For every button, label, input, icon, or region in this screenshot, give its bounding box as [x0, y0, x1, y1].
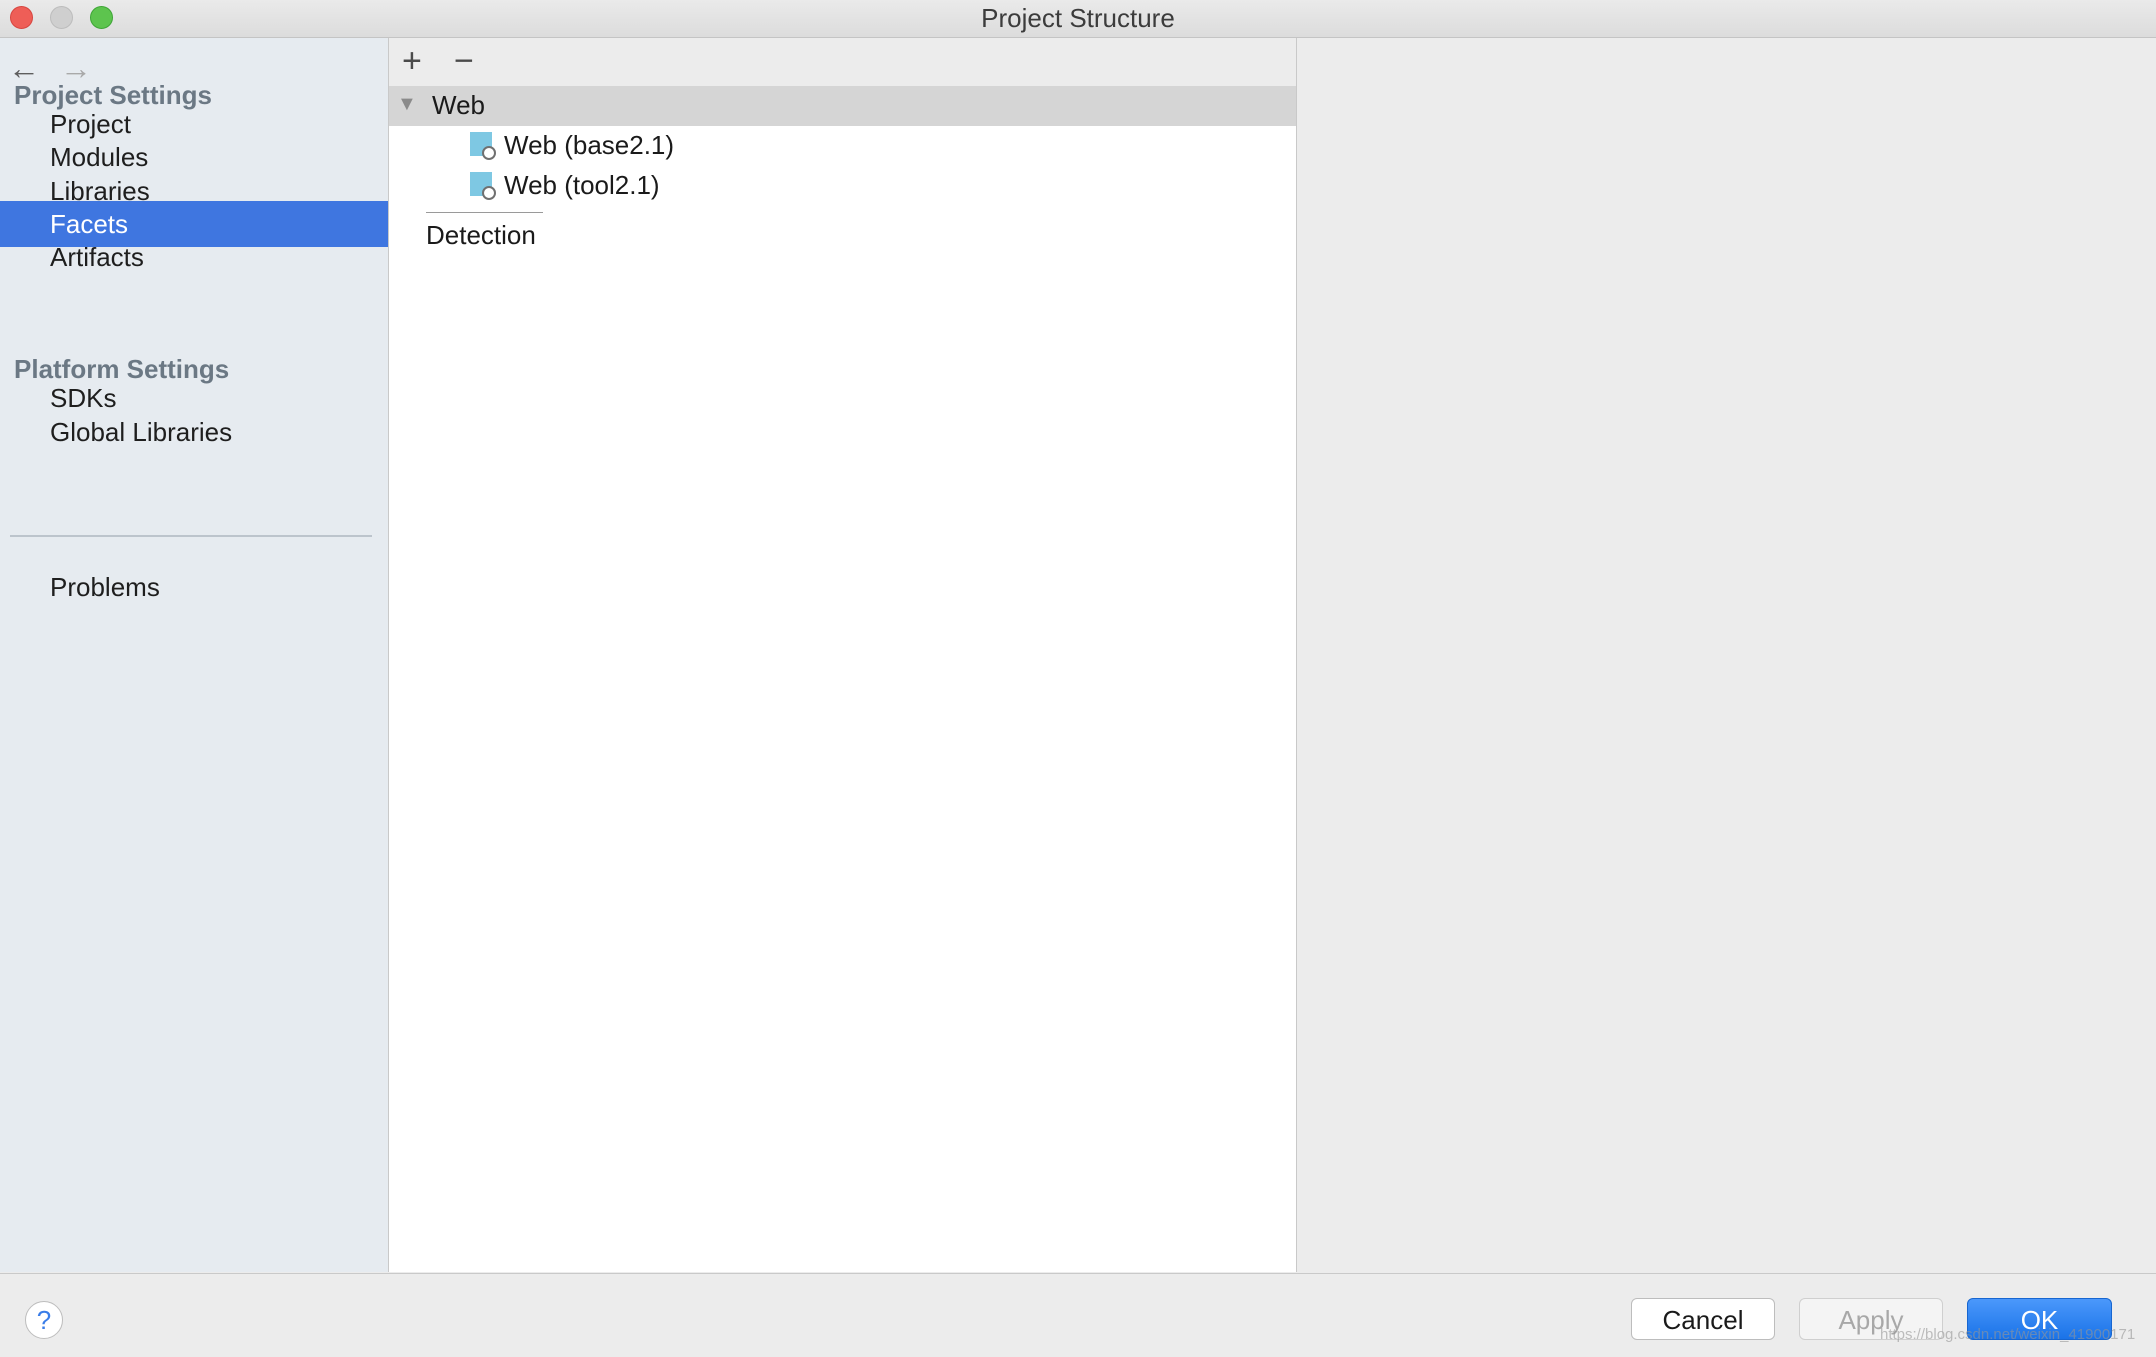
web-facet-icon: [470, 172, 496, 200]
settings-sidebar: ← → Project Settings Project Modules Lib…: [0, 38, 389, 1272]
detection-item[interactable]: Detection: [426, 220, 536, 251]
watermark-text: https://blog.csdn.net/weixin_41900171: [1880, 1326, 2136, 1343]
sidebar-divider: [10, 535, 372, 537]
dialog-footer: ? Cancel Apply OK https://blog.csdn.net/…: [0, 1273, 2156, 1357]
tree-node-web[interactable]: ▼ Web: [389, 86, 1296, 126]
sidebar-item-artifacts[interactable]: Artifacts: [0, 234, 388, 280]
plus-icon[interactable]: +: [402, 42, 422, 80]
minus-icon[interactable]: −: [454, 42, 474, 80]
tree-node-label: Web: [432, 90, 485, 120]
facet-details-panel: [1297, 38, 2156, 1272]
window-titlebar: Project Structure: [0, 0, 2156, 38]
tree-node-web-tool[interactable]: Web (tool2.1): [389, 166, 1296, 206]
window-title: Project Structure: [981, 3, 1175, 33]
facets-tree-panel: + − ▼ Web Web (base2.1) Web (tool2.1) De…: [389, 38, 1297, 1272]
tree-node-web-base[interactable]: Web (base2.1): [389, 126, 1296, 166]
cancel-button[interactable]: Cancel: [1631, 1298, 1775, 1340]
detection-separator: [426, 212, 543, 213]
expand-triangle-icon[interactable]: ▼: [397, 93, 417, 116]
tree-node-label: Web (tool2.1): [504, 170, 660, 200]
sidebar-item-problems[interactable]: Problems: [0, 564, 388, 610]
web-facet-icon: [470, 132, 496, 160]
tree-node-label: Web (base2.1): [504, 130, 675, 160]
sidebar-item-global-libraries[interactable]: Global Libraries: [0, 409, 388, 455]
help-button[interactable]: ?: [25, 1301, 63, 1339]
tree-toolbar: + −: [389, 38, 1296, 86]
